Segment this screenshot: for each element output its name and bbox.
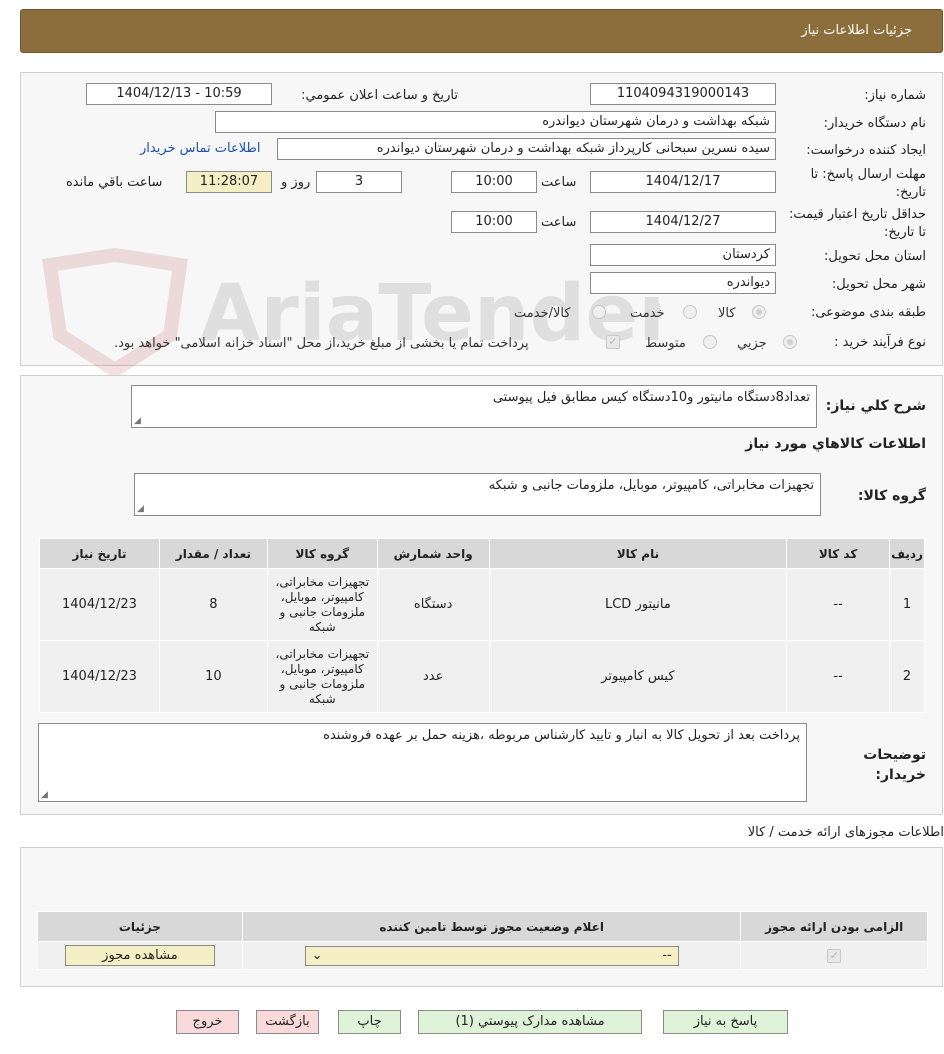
cell-qty: 8 — [158, 568, 268, 641]
requester-field[interactable]: سیده نسرین سبحانی کارپرداز شبکه بهداشت و… — [277, 138, 776, 160]
select-value: -- — [662, 948, 672, 963]
category-option-goods-service: کالا/خدمت — [514, 306, 571, 321]
remaining-time-field: 11:28:07 — [186, 171, 272, 193]
chevron-down-icon: ⌄ — [311, 948, 323, 963]
need-number-label: شماره نیاز: — [864, 88, 926, 103]
col-permit-status: اعلام وضعيت مجوز توسط تامين کننده — [241, 911, 742, 942]
days-label: روز و — [281, 175, 311, 190]
province-field[interactable]: کردستان — [590, 244, 776, 266]
table-row[interactable]: 2 -- کیس کامپیوتر عدد تجهیزات مخابراتی، … — [39, 640, 925, 713]
validity-time-label: ساعت — [541, 215, 577, 230]
cell-name: مانیتور LCD — [488, 568, 788, 641]
need-number-field[interactable]: 1104094319000143 — [590, 83, 776, 105]
category-radio-goods[interactable] — [752, 305, 766, 319]
goods-table: رديف کد کالا نام کالا واحد شمارش گروه کا… — [39, 538, 925, 713]
buyer-notes-textarea[interactable]: پرداخت بعد از تحویل کالا به انبار و تایی… — [38, 723, 807, 802]
buyer-contact-link[interactable]: اطلاعات تماس خريدار — [140, 141, 260, 156]
treasury-checkbox[interactable]: ✓ — [606, 335, 620, 349]
table-row[interactable]: 1 -- مانیتور LCD دستگاه تجهیزات مخابراتی… — [39, 568, 925, 641]
city-field[interactable]: دیواندره — [590, 272, 776, 294]
back-button[interactable]: بازگشت — [256, 1010, 319, 1034]
permits-table: الزامی بودن ارائه مجوز اعلام وضعيت مجوز … — [37, 911, 928, 970]
cell-code: -- — [786, 568, 891, 641]
page-header: جزئیات اطلاعات نیاز — [20, 9, 943, 53]
cell-name: کیس کامپیوتر — [488, 640, 788, 713]
buyer-org-label: نام دستگاه خريدار: — [823, 116, 926, 131]
col-unit: واحد شمارش — [376, 538, 490, 569]
print-button[interactable]: چاپ — [338, 1010, 401, 1034]
col-qty: تعداد / مقدار — [158, 538, 268, 569]
cell-group: تجهیزات مخابراتی، کامپیوتر، موبایل، ملزو… — [266, 568, 378, 641]
buyer-org-field[interactable]: شبکه بهداشت و درمان شهرستان دیواندره — [215, 111, 776, 133]
goods-group-text: تجهیزات مخابراتی، کامپیوتر، موبایل، ملزو… — [488, 478, 814, 493]
view-permit-button[interactable]: مشاهده مجوز — [64, 945, 215, 966]
remaining-label: ساعت باقي مانده — [66, 175, 163, 190]
validity-time-field[interactable]: 10:00 — [451, 211, 537, 233]
col-date: تاريخ نياز — [39, 538, 160, 569]
description-text: تعداد8دستگاه مانیتور و10دستگاه کیس مطابق… — [492, 390, 810, 405]
cell-row: 1 — [889, 568, 925, 641]
process-option-medium: متوسط — [645, 336, 686, 351]
resize-grip-icon[interactable]: ◢ — [41, 790, 48, 800]
process-radio-medium[interactable] — [703, 335, 717, 349]
cell-unit: دستگاه — [376, 568, 490, 641]
cell-permit-status: -- ⌄ — [241, 941, 742, 970]
goods-group-textarea[interactable]: تجهیزات مخابراتی، کامپیوتر، موبایل، ملزو… — [134, 473, 821, 516]
deadline-date-field[interactable]: 1404/12/17 — [590, 171, 776, 193]
exit-button[interactable]: خروج — [176, 1010, 239, 1034]
announce-label: تاریخ و ساعت اعلان عمومي: — [301, 88, 458, 103]
description-textarea[interactable]: تعداد8دستگاه مانیتور و10دستگاه کیس مطابق… — [131, 385, 817, 428]
col-code: کد کالا — [786, 538, 891, 569]
days-field[interactable]: 3 — [316, 171, 402, 193]
buyer-notes-text: پرداخت بعد از تحویل کالا به انبار و تایی… — [323, 728, 800, 743]
deadline-time-label: ساعت — [541, 175, 577, 190]
cell-permit-required: ✓ — [740, 941, 928, 970]
col-permit-required: الزامی بودن ارائه مجوز — [740, 911, 928, 942]
goods-group-label: گروه کالا: — [857, 488, 926, 504]
process-option-minor: جزيي — [737, 336, 767, 351]
col-group: گروه کالا — [266, 538, 378, 569]
validity-label: حداقل تاريخ اعتبار قيمت: تا تاريخ: — [788, 207, 926, 240]
table-row: ✓ -- ⌄ مشاهده مجوز — [37, 941, 928, 970]
cell-qty: 10 — [158, 640, 268, 713]
permits-section-title: اطلاعات مجوزهای ارائه خدمت / کالا — [747, 825, 944, 840]
buyer-notes-label: توضيحات خريدار: — [863, 747, 926, 783]
validity-date-field[interactable]: 1404/12/27 — [590, 211, 776, 233]
goods-table-header: رديف کد کالا نام کالا واحد شمارش گروه کا… — [39, 538, 925, 569]
resize-grip-icon[interactable]: ◢ — [134, 416, 141, 426]
category-option-goods: کالا — [718, 306, 736, 321]
deadline-label: مهلت ارسال پاسخ: تا تاريخ: — [810, 167, 926, 200]
requester-label: ايجاد کننده درخواست: — [806, 143, 926, 158]
col-name: نام کالا — [488, 538, 788, 569]
permit-required-checkbox[interactable]: ✓ — [827, 949, 842, 963]
col-permit-details: جزئيات — [37, 911, 243, 942]
page-title: جزئیات اطلاعات نیاز — [801, 23, 912, 38]
permit-status-select[interactable]: -- ⌄ — [304, 945, 679, 966]
cell-code: -- — [786, 640, 891, 713]
reply-button[interactable]: پاسخ به نياز — [663, 1010, 788, 1034]
process-label: نوع فرآيند خريد : — [834, 335, 926, 350]
description-label: شرح کلي نياز: — [825, 398, 926, 414]
category-radio-service[interactable] — [683, 305, 697, 319]
resize-grip-icon[interactable]: ◢ — [137, 504, 144, 514]
cell-date: 1404/12/23 — [39, 568, 160, 641]
cell-row: 2 — [889, 640, 925, 713]
category-label: طبقه بندی موضوعی: — [810, 305, 926, 320]
deadline-time-field[interactable]: 10:00 — [451, 171, 537, 193]
cell-group: تجهیزات مخابراتی، کامپیوتر، موبایل، ملزو… — [266, 640, 378, 713]
col-row: رديف — [889, 538, 925, 569]
announce-field[interactable]: 1404/12/13 - 10:59 — [86, 83, 272, 105]
cell-unit: عدد — [376, 640, 490, 713]
permits-table-header: الزامی بودن ارائه مجوز اعلام وضعيت مجوز … — [37, 911, 928, 942]
province-label: استان محل تحويل: — [824, 249, 926, 264]
process-radio-minor[interactable] — [783, 335, 797, 349]
payment-note: پرداخت تمام يا بخشی از مبلغ خريد،از محل … — [114, 336, 529, 351]
attachments-button[interactable]: مشاهده مدارک پيوستي (1) — [418, 1010, 642, 1034]
cell-date: 1404/12/23 — [39, 640, 160, 713]
cell-permit-details: مشاهده مجوز — [37, 941, 243, 970]
goods-section-title: اطلاعات کالاهاي مورد نياز — [745, 436, 926, 452]
category-option-service: خدمت — [630, 306, 665, 321]
city-label: شهر محل تحويل: — [831, 277, 926, 292]
category-radio-goods-service[interactable] — [592, 305, 606, 319]
